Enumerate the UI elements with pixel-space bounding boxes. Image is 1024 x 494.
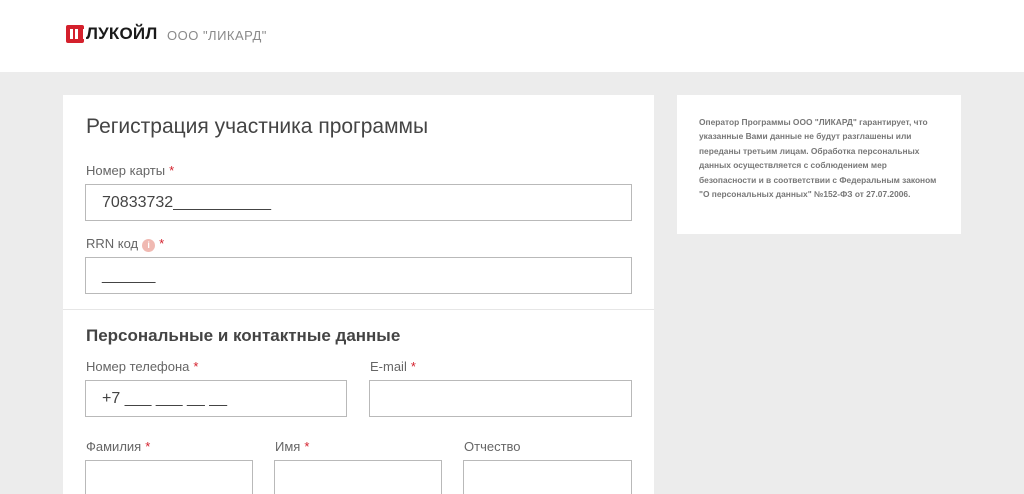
surname-label: Фамилия * — [86, 439, 150, 454]
page-title: Регистрация участника программы — [86, 115, 429, 138]
card-number-label-text: Номер карты — [86, 163, 166, 178]
privacy-notice-text: Оператор Программы ООО "ЛИКАРД" гарантир… — [699, 117, 937, 200]
info-icon[interactable]: i — [142, 239, 156, 252]
privacy-notice: Оператор Программы ООО "ЛИКАРД" гарантир… — [677, 95, 961, 234]
company-name: ООО "ЛИКАРД" — [167, 28, 267, 43]
patronymic-field[interactable] — [463, 460, 632, 494]
name-label: Имя * — [275, 439, 309, 454]
card-number-field[interactable]: 70833732___________ — [85, 184, 632, 221]
site-header: ЛУКОЙЛ ООО "ЛИКАРД" — [0, 0, 1024, 72]
registration-form-card: Регистрация участника программы Номер ка… — [63, 95, 654, 494]
rrn-code-field[interactable]: ______ — [85, 257, 632, 294]
rrn-code-value: ______ — [102, 267, 156, 284]
card-number-label: Номер карты * — [86, 163, 174, 178]
required-mark: * — [304, 439, 310, 454]
required-mark: * — [159, 236, 165, 251]
required-mark: * — [410, 359, 416, 374]
name-label-text: Имя — [275, 439, 301, 454]
lukoil-logo-mark-icon — [66, 25, 85, 43]
rrn-label: RRN код i * — [86, 236, 164, 252]
surname-label-text: Фамилия — [86, 439, 142, 454]
section-divider — [63, 309, 654, 310]
email-label-text: E-mail — [370, 359, 407, 374]
section-title-personal-data: Персональные и контактные данные — [86, 326, 401, 345]
patronymic-label: Отчество — [464, 439, 521, 454]
phone-label: Номер телефона * — [86, 359, 198, 374]
card-number-value: 70833732___________ — [102, 194, 272, 211]
patronymic-label-text: Отчество — [464, 439, 521, 454]
required-mark: * — [169, 163, 175, 178]
email-field[interactable] — [369, 380, 632, 417]
phone-value: +7 ___ ___ __ __ — [102, 390, 228, 407]
brand-name: ЛУКОЙЛ — [86, 24, 158, 43]
rrn-label-text: RRN код — [86, 236, 139, 251]
name-field[interactable] — [274, 460, 442, 494]
email-label: E-mail * — [370, 359, 416, 374]
phone-field[interactable]: +7 ___ ___ __ __ — [85, 380, 347, 417]
required-mark: * — [193, 359, 199, 374]
surname-field[interactable] — [85, 460, 253, 494]
phone-label-text: Номер телефона — [86, 359, 190, 374]
lukoil-logo[interactable]: ЛУКОЙЛ — [66, 24, 157, 44]
required-mark: * — [145, 439, 151, 454]
